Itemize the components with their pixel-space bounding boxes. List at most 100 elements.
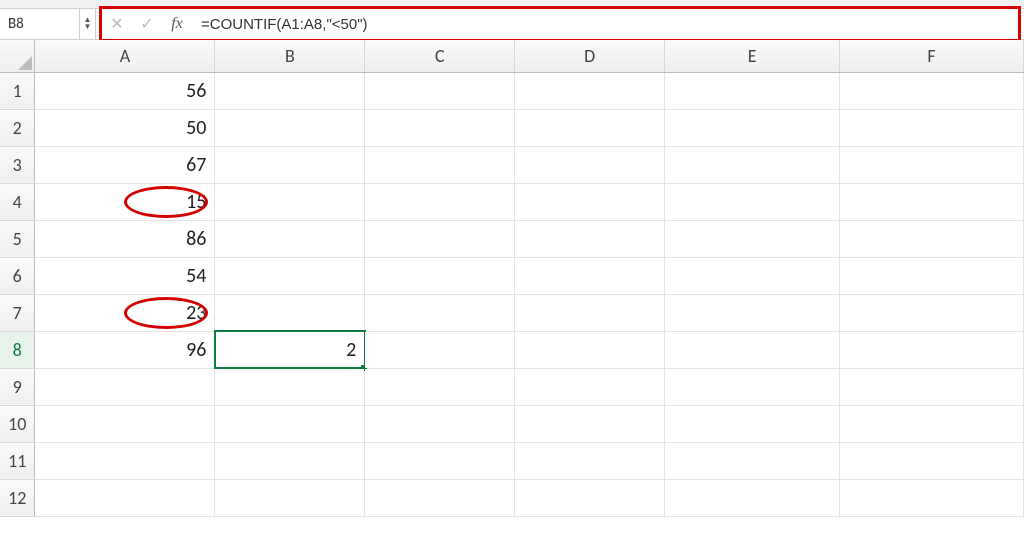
formula-input[interactable] <box>193 9 1018 39</box>
col-header-D[interactable]: D <box>515 40 665 72</box>
cell-C4[interactable] <box>365 183 515 220</box>
cell-F7[interactable] <box>840 294 1024 331</box>
cancel-icon[interactable]: ✕ <box>102 14 132 34</box>
col-header-E[interactable]: E <box>665 40 840 72</box>
cell-B2[interactable] <box>215 109 365 146</box>
cell-F5[interactable] <box>840 220 1024 257</box>
cell-F3[interactable] <box>840 146 1024 183</box>
cell-B3[interactable] <box>215 146 365 183</box>
row-header-1[interactable]: 1 <box>0 72 35 109</box>
cell-B9[interactable] <box>215 368 365 405</box>
cell-F12[interactable] <box>840 479 1024 516</box>
cell-D5[interactable] <box>515 220 665 257</box>
cell-E10[interactable] <box>665 405 840 442</box>
cell-D8[interactable] <box>515 331 665 368</box>
cell-C6[interactable] <box>365 257 515 294</box>
cell-D12[interactable] <box>515 479 665 516</box>
cell-A9[interactable] <box>35 368 215 405</box>
cell-C2[interactable] <box>365 109 515 146</box>
enter-icon[interactable]: ✓ <box>132 14 162 34</box>
cell-C9[interactable] <box>365 368 515 405</box>
spreadsheet-grid: A B C D E F 1562503674155866547238962910… <box>0 40 1024 517</box>
cell-E7[interactable] <box>665 294 840 331</box>
annotation-circle <box>124 186 208 218</box>
cell-B5[interactable] <box>215 220 365 257</box>
cell-F10[interactable] <box>840 405 1024 442</box>
cell-D6[interactable] <box>515 257 665 294</box>
cell-B6[interactable] <box>215 257 365 294</box>
cell-A10[interactable] <box>35 405 215 442</box>
cell-A8[interactable]: 96 <box>35 331 215 368</box>
cell-E2[interactable] <box>665 109 840 146</box>
fx-icon[interactable]: fx <box>162 15 192 33</box>
col-header-F[interactable]: F <box>840 40 1024 72</box>
cell-F2[interactable] <box>840 109 1024 146</box>
cell-F6[interactable] <box>840 257 1024 294</box>
cell-A1[interactable]: 56 <box>35 72 215 109</box>
cell-E6[interactable] <box>665 257 840 294</box>
cell-E9[interactable] <box>665 368 840 405</box>
row-header-3[interactable]: 3 <box>0 146 35 183</box>
cell-D9[interactable] <box>515 368 665 405</box>
cell-C7[interactable] <box>365 294 515 331</box>
cell-F1[interactable] <box>840 72 1024 109</box>
cell-B1[interactable] <box>215 72 365 109</box>
row-header-10[interactable]: 10 <box>0 405 35 442</box>
cell-E11[interactable] <box>665 442 840 479</box>
cell-D7[interactable] <box>515 294 665 331</box>
cell-E8[interactable] <box>665 331 840 368</box>
cell-F8[interactable] <box>840 331 1024 368</box>
cell-B10[interactable] <box>215 405 365 442</box>
cell-A3[interactable]: 67 <box>35 146 215 183</box>
cell-A12[interactable] <box>35 479 215 516</box>
row-header-11[interactable]: 11 <box>0 442 35 479</box>
cell-B7[interactable] <box>215 294 365 331</box>
row-header-6[interactable]: 6 <box>0 257 35 294</box>
cell-F9[interactable] <box>840 368 1024 405</box>
select-all-corner[interactable] <box>0 40 35 72</box>
row-header-9[interactable]: 9 <box>0 368 35 405</box>
cell-D3[interactable] <box>515 146 665 183</box>
cell-D11[interactable] <box>515 442 665 479</box>
cell-C5[interactable] <box>365 220 515 257</box>
cell-C3[interactable] <box>365 146 515 183</box>
row-header-8[interactable]: 8 <box>0 331 35 368</box>
cell-C1[interactable] <box>365 72 515 109</box>
row-header-2[interactable]: 2 <box>0 109 35 146</box>
row-header-7[interactable]: 7 <box>0 294 35 331</box>
cell-F4[interactable] <box>840 183 1024 220</box>
row-header-12[interactable]: 12 <box>0 479 35 516</box>
cell-C10[interactable] <box>365 405 515 442</box>
col-header-B[interactable]: B <box>215 40 365 72</box>
cell-B12[interactable] <box>215 479 365 516</box>
cell-C11[interactable] <box>365 442 515 479</box>
name-box-spinner[interactable]: ▲ ▼ <box>80 9 96 39</box>
name-box[interactable]: B8 <box>0 9 80 39</box>
cell-E3[interactable] <box>665 146 840 183</box>
spinner-down-icon[interactable]: ▼ <box>84 24 92 31</box>
cell-C12[interactable] <box>365 479 515 516</box>
cell-E12[interactable] <box>665 479 840 516</box>
col-header-C[interactable]: C <box>365 40 515 72</box>
cell-A11[interactable] <box>35 442 215 479</box>
cell-A4[interactable]: 15 <box>35 183 215 220</box>
cell-C8[interactable] <box>365 331 515 368</box>
cell-A6[interactable]: 54 <box>35 257 215 294</box>
cell-F11[interactable] <box>840 442 1024 479</box>
cell-D2[interactable] <box>515 109 665 146</box>
cell-A2[interactable]: 50 <box>35 109 215 146</box>
col-header-A[interactable]: A <box>35 40 215 72</box>
cell-B11[interactable] <box>215 442 365 479</box>
cell-D4[interactable] <box>515 183 665 220</box>
cell-A7[interactable]: 23 <box>35 294 215 331</box>
row-header-5[interactable]: 5 <box>0 220 35 257</box>
cell-D10[interactable] <box>515 405 665 442</box>
cell-E5[interactable] <box>665 220 840 257</box>
cell-B8[interactable]: 2 <box>215 331 365 368</box>
cell-D1[interactable] <box>515 72 665 109</box>
cell-A5[interactable]: 86 <box>35 220 215 257</box>
cell-E4[interactable] <box>665 183 840 220</box>
cell-B4[interactable] <box>215 183 365 220</box>
row-header-4[interactable]: 4 <box>0 183 35 220</box>
cell-E1[interactable] <box>665 72 840 109</box>
